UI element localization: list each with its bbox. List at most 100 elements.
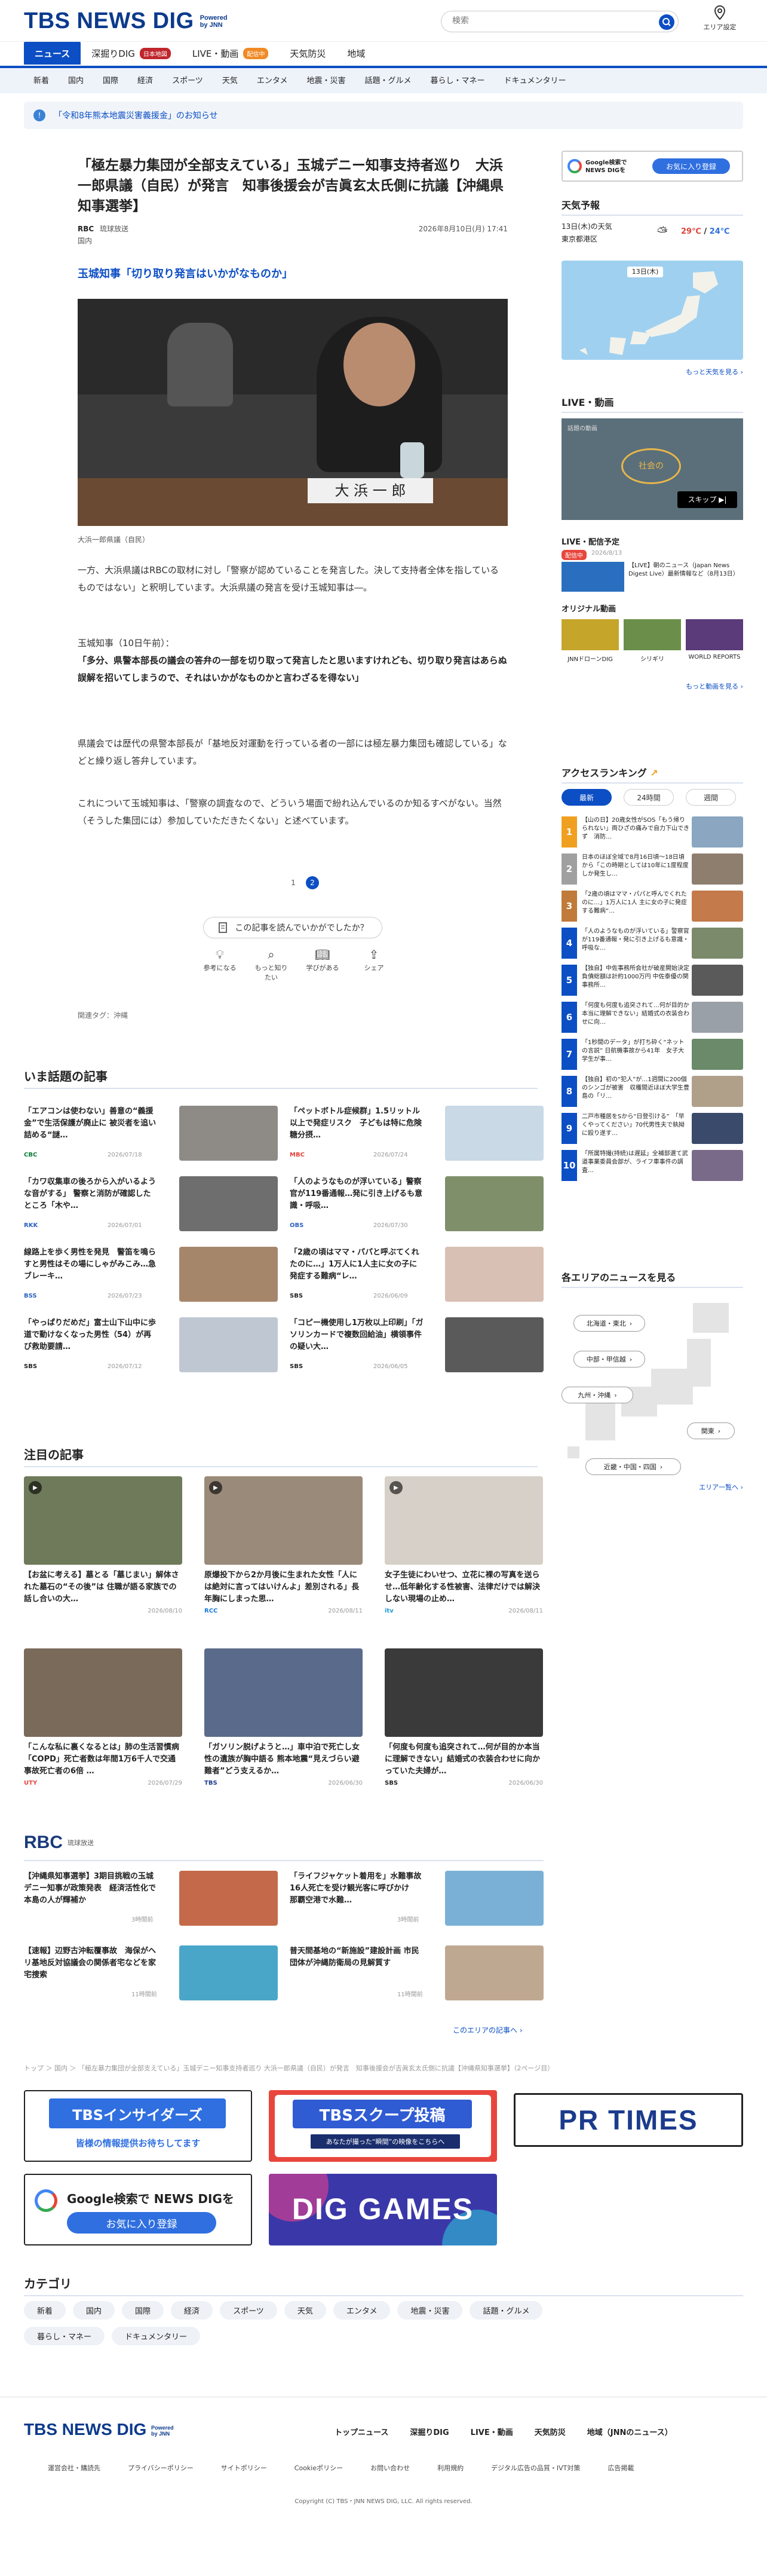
area-button[interactable]: 北海道・東北 › [573, 1315, 645, 1332]
subnav-item[interactable]: 国内 [59, 74, 93, 85]
google-banner[interactable]: Google検索で NEWS DIGを お気に入り登録 [24, 2174, 252, 2245]
category-chip[interactable]: エンタメ [333, 2301, 391, 2320]
live-video-player[interactable]: 話題の動画 社会の スキップ ▶| [562, 418, 743, 520]
react-learn-button[interactable]: 📖︎ 学びがある [306, 947, 339, 982]
ranking-item[interactable]: 3 「2歳の頃はママ・パパと呼んでくれたのに…」1万人に1人 主に女の子に発症する… [562, 891, 743, 926]
ranking-tab-24h[interactable]: 24時間 [624, 789, 674, 806]
feature-item[interactable]: ▶ 原爆投下から2か月後に生まれた女性「人には絶対に言ってはいけんよ」差別される」… [204, 1476, 363, 1616]
category-chip[interactable]: 国際 [122, 2301, 164, 2320]
category-chip[interactable]: スポーツ [220, 2301, 277, 2320]
footer-link[interactable]: プライバシーポリシー [128, 2463, 194, 2473]
category-chip[interactable]: 新着 [24, 2301, 66, 2320]
footer-nav-item[interactable]: 地域（JNNのニュース） [587, 2426, 673, 2437]
page-2-current[interactable]: 2 [306, 876, 319, 889]
footer-link[interactable]: サイトポリシー [221, 2463, 267, 2473]
rbc-news-item[interactable]: 普天間基地の“新施設”建設計画 市民団体が沖縄防衛局の見解質す 11時間前 [290, 1945, 544, 2000]
footer-nav-item[interactable]: 天気防災 [535, 2426, 566, 2437]
footer-logo[interactable]: TBS NEWS DIG Powered by JNN [24, 2420, 177, 2439]
scoop-banner[interactable]: TBSスクープ投稿 あなたが撮った“瞬間”の映像をこちらへ [269, 2090, 497, 2162]
tag-link[interactable]: 沖縄 [113, 1011, 128, 1020]
react-more-button[interactable]: ⌕ もっと知りたい [254, 947, 288, 982]
news-item[interactable]: 「コピー機使用し1万枚以上印刷」「ガソリンカードで複数回給油」横領事件の疑い大…… [290, 1317, 544, 1372]
ranking-item[interactable]: 2 日本のほぼ全域で8月16日頃～18日頃から「この時期としては10年に1度程度し… [562, 853, 743, 889]
rbc-news-item[interactable]: 【沖縄県知事選挙】3期目挑戦の玉城デニー知事が政策発表 経済活性化で本島の人が輝… [24, 1871, 278, 1926]
subnav-item[interactable]: 天気 [213, 74, 247, 85]
footer-link[interactable]: お問い合わせ [370, 2463, 410, 2473]
footer-nav-item[interactable]: トップニュース [335, 2426, 388, 2437]
original-more-link[interactable]: もっと動画を見る › [686, 681, 743, 691]
subnav-item[interactable]: エンタメ [247, 74, 297, 85]
weather-more-link[interactable]: もっと天気を見る › [686, 367, 743, 377]
news-item[interactable]: 「2歳の頃はママ・パパと呼ぶてくれたのに…」1万人に1人主に女の子に発症する難病… [290, 1247, 544, 1302]
article-category[interactable]: 国内 [78, 235, 92, 246]
category-chip[interactable]: 国内 [73, 2301, 115, 2320]
area-button[interactable]: 関東 › [687, 1422, 735, 1439]
subnav-item[interactable]: ドキュメンタリー [495, 74, 576, 85]
ranking-item[interactable]: 7 「1秒間のデータ」が打ち砕く“ネットの言説” 日航機事故から41年 女子大学生… [562, 1039, 743, 1075]
search-input[interactable] [452, 16, 643, 26]
gnav-fukabori[interactable]: 深掘りDIG 日本地図 [81, 42, 182, 65]
news-item[interactable]: 「ペットボトル症候群」1.5リットル以上で発症リスク 子どもは特に危険 糖分摂…… [290, 1106, 544, 1161]
feature-item[interactable]: 「こんな私に裏くなるとは」肺の生活習慣病「COPD」死亡者数は年間1万6千人で交… [24, 1648, 182, 1788]
category-chip[interactable]: ドキュメンタリー [112, 2327, 201, 2345]
category-chip[interactable]: 経済 [171, 2301, 213, 2320]
weather-map[interactable]: 13日(木) [562, 261, 743, 360]
rbc-news-item[interactable]: 【速報】辺野古沖転覆事故 海保がヘリ基地反対協議会の関係者宅などを家宅捜索 11時… [24, 1945, 278, 2000]
live-item[interactable]: 配信中 2026/8/13 【LIVE】朝のニュース（Japan News Di… [562, 550, 743, 592]
footer-link[interactable]: Cookieポリシー [294, 2463, 343, 2473]
original-thumb[interactable] [686, 619, 743, 650]
ranking-item[interactable]: 4 「人のようなものが浮いている」警察官が119番通報・発に引き上げるも意識・呼吸… [562, 928, 743, 963]
feature-item[interactable]: 「何度も何度も追突されて…何が目的か本当に理解できない」結婚式の衣装合わせに向か… [385, 1648, 543, 1788]
footer-link[interactable]: デジタル広告の品質・IVT対策 [491, 2463, 580, 2473]
area-setting-button[interactable]: エリア設定 [699, 5, 741, 32]
original-thumb[interactable] [562, 619, 619, 650]
ranking-item[interactable]: 10 「所属特撮(持続)は遅延」全補部選て武道事業委員会部が、ライフ車事件の調査… [562, 1150, 743, 1186]
site-logo[interactable]: TBS NEWS DIG Powered by JNN [24, 8, 230, 34]
page-1-link[interactable]: 1 [287, 876, 300, 889]
ranking-item[interactable]: 6 「何度も何度も追突されて…何が目的か本当に理解できない」結婚式の衣装合わせに向… [562, 1002, 743, 1038]
news-item[interactable]: 「やっぱりだめだ」富士山下山中に歩道で動けなくなった男性（54）が再び救助要請…… [24, 1317, 278, 1372]
subnav-item[interactable]: 経済 [128, 74, 162, 85]
footer-link[interactable]: 運営会社・購読先 [48, 2463, 100, 2473]
prtimes-banner[interactable]: PR TIMES [514, 2093, 743, 2147]
rbc-more-link[interactable]: このエリアの記事へ › [453, 2025, 523, 2035]
search-button[interactable] [659, 14, 674, 30]
share-button[interactable]: ⇪ シェア [357, 947, 391, 982]
category-chip[interactable]: 天気 [284, 2301, 326, 2320]
news-item[interactable]: 「人のようなものが浮いている」警察官が119番通報…発に引き上げるも意識・呼吸…… [290, 1176, 544, 1231]
ranking-item[interactable]: 8 【独自】初の“犯人”が…1週間に200個のシンゴが被害 収穫間近ほぼ大学生豊島… [562, 1076, 743, 1112]
original-thumb[interactable] [624, 619, 681, 650]
subnav-item[interactable]: 話題・グルメ [355, 74, 421, 85]
ranking-item[interactable]: 1 【山の日】20歳女性がSOS「もう帰りられない」両ひざの痛みで自力下山できず … [562, 816, 743, 852]
footer-nav-item[interactable]: LIVE・動画 [471, 2426, 513, 2437]
subnav-item[interactable]: 地震・災害 [297, 74, 355, 85]
category-chip[interactable]: 地震・災害 [397, 2301, 463, 2320]
feature-item[interactable]: ▶ 女子生徒にわいせつ、立花に裸の写真を送らせ…低年齢化する性被害、法律だけでは解… [385, 1476, 543, 1616]
footer-link[interactable]: 広告掲載 [608, 2463, 634, 2473]
ranking-tab-latest[interactable]: 最新 [562, 789, 612, 806]
ranking-item[interactable]: 5 【独自】中佐事務所会社が破産開始決定 負債総額は計約1000万円 中佐泰優の関… [562, 965, 743, 1001]
ranking-item[interactable]: 9 二戸市種居をSから“日登引ける” 「早くやってください」70代男性夫で執拗に殴… [562, 1113, 743, 1149]
ranking-tab-week[interactable]: 週間 [686, 789, 736, 806]
category-chip[interactable]: 暮らし・マネー [24, 2327, 105, 2345]
category-chip[interactable]: 話題・グルメ [470, 2301, 543, 2320]
subnav-item[interactable]: 暮らし・マネー [421, 74, 494, 85]
subnav-item[interactable]: スポーツ [162, 74, 213, 85]
area-button[interactable]: 九州・沖縄 › [562, 1387, 633, 1403]
react-helpful-button[interactable]: 💡︎ 参考になる [203, 947, 237, 982]
footer-link[interactable]: 利用規約 [437, 2463, 464, 2473]
subnav-item[interactable]: 国際 [93, 74, 128, 85]
news-item[interactable]: 「エアコンは使わない」善意の“義援金”で生活保護が廃止に 被災者を追い詰める“謎… [24, 1106, 278, 1161]
subnav-item[interactable]: 新着 [24, 74, 59, 85]
sidebar-google-banner[interactable]: Google検索で NEWS DIGを お気に入り登録 [562, 151, 743, 182]
skip-ad-button[interactable]: スキップ ▶| [677, 491, 737, 508]
news-item[interactable]: 「カワ収集車の後ろから入がいるような音がする」 警察と消防が確認したところ「木や… [24, 1176, 278, 1231]
gnav-area[interactable]: 地域 [336, 42, 376, 65]
gnav-news[interactable]: ニュース [24, 42, 81, 65]
feature-item[interactable]: 「ガソリン脱げようと…」車中泊で死亡し女性の遺族が胸中語る 熊本地震“見えづらい… [204, 1648, 363, 1788]
rbc-news-item[interactable]: 「ライフジャケット着用を」水難事故16人死亡を受け観光客に呼びかけ 那覇空港で水… [290, 1871, 544, 1926]
weather-today[interactable]: 13日(木)の天気 東京都港区 ⛅︎ 29℃ / 24℃ [562, 221, 743, 250]
area-button[interactable]: 中部・甲信越 › [573, 1351, 645, 1367]
footer-nav-item[interactable]: 深掘りDIG [410, 2426, 449, 2437]
gnav-weather[interactable]: 天気防災 [279, 42, 336, 65]
